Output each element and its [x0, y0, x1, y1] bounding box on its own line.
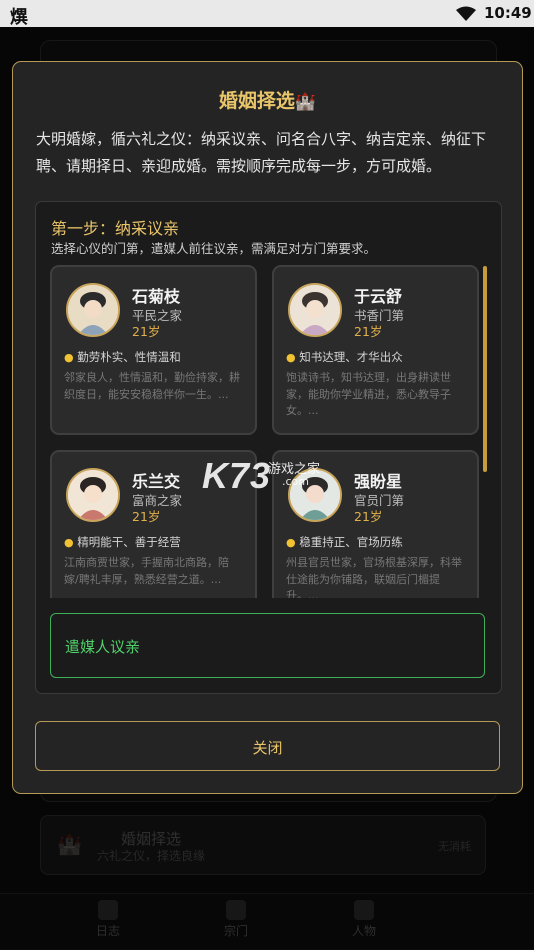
watermark-domain: .com [282, 475, 309, 488]
candidate-name: 强盼星 [354, 472, 403, 491]
traits-text: 勤劳朴实、性情温和 [77, 350, 181, 364]
bulb-icon: ● [286, 536, 296, 549]
clock: 10:49 [484, 4, 532, 22]
candidate-list-scrollbar[interactable] [483, 266, 487, 472]
send-matchmaker-label: 遣媒人议亲 [65, 638, 141, 656]
status-bar: 熼 10:49 [0, 0, 534, 28]
wifi-icon [456, 6, 476, 21]
close-button-label: 关闭 [252, 739, 283, 757]
candidate-name: 于云舒 [354, 287, 403, 306]
dialog-intro: 大明婚嫁，循六礼之仪：纳采议亲、问名合八字、纳吉定亲、纳征下聘、请期择日、亲迎成… [36, 130, 487, 175]
candidate-age: 21岁 [132, 509, 161, 524]
candidate-age: 21岁 [132, 324, 161, 339]
candidate-card[interactable]: 石菊枝 平民之家 21岁 ● 勤劳朴实、性情温和 邻家良人，性情温和，勤俭持家，… [50, 265, 257, 435]
candidate-name: 石菊枝 [132, 287, 181, 306]
marriage-selection-dialog: 婚姻择选🏰 大明婚嫁，循六礼之仪：纳采议亲、问名合八字、纳吉定亲、纳征下聘、请期… [12, 61, 523, 794]
dialog-title: 婚姻择选🏰 [13, 86, 522, 113]
send-matchmaker-button[interactable]: 遣媒人议亲 [50, 613, 485, 678]
candidate-card[interactable]: 于云舒 书香门第 21岁 ● 知书达理、才华出众 饱读诗书，知书达理，出身耕读世… [272, 265, 479, 435]
candidate-description: 江南商贾世家，手握南北商路，陪嫁/聘礼丰厚，熟悉经营之道。... [64, 556, 229, 586]
close-button[interactable]: 关闭 [35, 721, 500, 771]
avatar [66, 468, 120, 522]
traits-text: 精明能干、善于经营 [77, 535, 181, 549]
step-title: 第一步：纳采议亲 [51, 219, 180, 238]
candidate-age: 21岁 [354, 324, 383, 339]
step-description: 选择心仪的门第，遣媒人前往议亲，需满足对方门第要求。 [51, 241, 377, 256]
avatar [66, 283, 120, 337]
traits-text: 稳重持正、官场历练 [299, 535, 403, 549]
dialog-title-text: 婚姻择选 [218, 90, 295, 112]
watermark-logo: K73 [202, 455, 272, 496]
app-notification-icon: 熼 [10, 7, 28, 28]
candidate-traits: ● 稳重持正、官场历练 [286, 534, 403, 550]
candidate-description: 饱读诗书，知书达理，出身耕读世家，能助你学业精进，悉心教导子女。... [286, 371, 451, 417]
candidate-name: 乐兰交 [132, 472, 181, 491]
candidate-traits: ● 知书达理、才华出众 [286, 349, 403, 365]
step-panel: 第一步：纳采议亲 选择心仪的门第，遣媒人前往议亲，需满足对方门第要求。 石菊枝 … [35, 201, 502, 694]
bulb-icon: ● [64, 536, 74, 549]
candidate-list[interactable]: 石菊枝 平民之家 21岁 ● 勤劳朴实、性情温和 邻家良人，性情温和，勤俭持家，… [50, 265, 490, 598]
avatar [288, 283, 342, 337]
candidate-traits: ● 勤劳朴实、性情温和 [64, 349, 181, 365]
candidate-description: 州县官员世家，官场根基深厚，科举仕途能为你铺路，联姻后门楣提升。... [286, 556, 462, 598]
bulb-icon: ● [64, 351, 74, 364]
candidate-age: 21岁 [354, 509, 383, 524]
traits-text: 知书达理、才华出众 [299, 350, 403, 364]
candidate-description: 邻家良人，性情温和，勤俭持家，耕织度日，能安安稳稳伴你一生。... [64, 371, 240, 401]
bulb-icon: ● [286, 351, 296, 364]
candidate-traits: ● 精明能干、善于经营 [64, 534, 181, 550]
castle-icon: 🏰 [294, 92, 317, 112]
site-watermark: K73 游戏之家 .com [202, 455, 320, 497]
